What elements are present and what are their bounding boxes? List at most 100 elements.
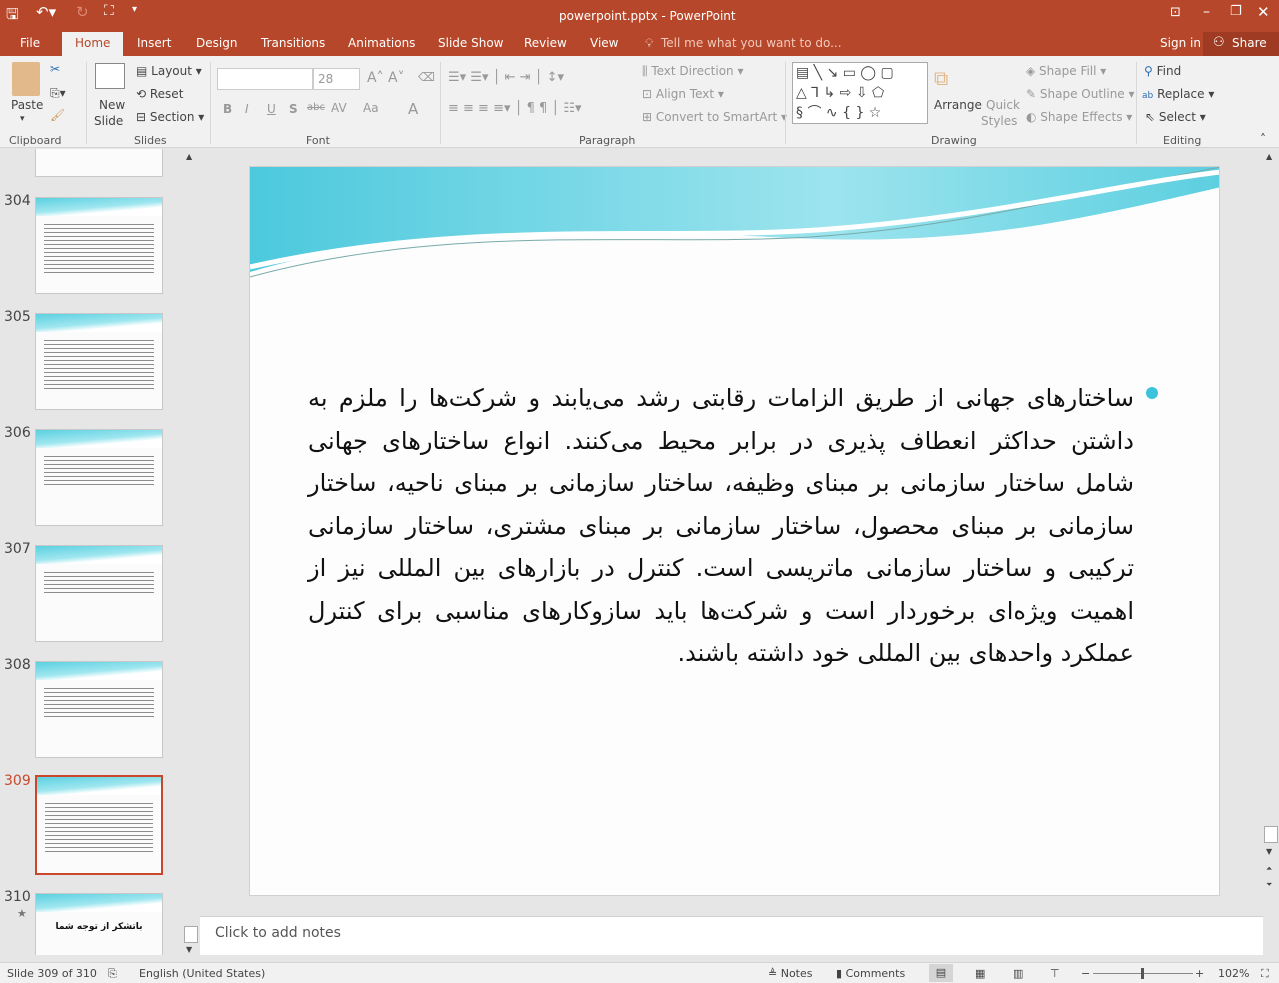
- new-slide-button[interactable]: New: [99, 98, 125, 112]
- minimize-icon[interactable]: –: [1203, 4, 1210, 20]
- slide-thumbnail-selected[interactable]: [35, 775, 163, 875]
- new-slide-icon[interactable]: [95, 63, 125, 89]
- grow-font-icon[interactable]: A˄ A˅: [367, 70, 405, 86]
- bullets-icon[interactable]: ☰▾ ☰▾ │ ⇤ ⇥ │ ↕▾: [448, 70, 564, 85]
- copy-icon[interactable]: ⎘▾: [50, 86, 66, 101]
- new-slide-label[interactable]: Slide: [94, 114, 123, 128]
- scroll-thumb[interactable]: [1264, 826, 1278, 843]
- tab-slide-show[interactable]: Slide Show: [438, 36, 503, 50]
- arrange-button[interactable]: Arrange: [934, 98, 982, 112]
- tab-home[interactable]: Home: [62, 32, 124, 56]
- redo-icon[interactable]: ↻: [76, 3, 89, 21]
- notes-button[interactable]: ≜ Notes: [768, 967, 813, 980]
- paste-button[interactable]: Paste: [11, 98, 43, 112]
- fit-to-window-icon[interactable]: ⛶: [1261, 967, 1269, 981]
- convert-smartart-button[interactable]: ⊞ Convert to SmartArt ▾: [642, 110, 787, 124]
- tab-view[interactable]: View: [590, 36, 618, 50]
- comments-button[interactable]: ▮ Comments: [836, 967, 905, 980]
- find-button[interactable]: ⚲ Find: [1144, 64, 1181, 78]
- sign-in-link[interactable]: Sign in: [1160, 36, 1201, 50]
- scroll-up-icon[interactable]: ▲: [186, 152, 192, 161]
- zoom-level[interactable]: 102%: [1218, 967, 1249, 980]
- scroll-down-icon[interactable]: ▼: [186, 945, 192, 954]
- shadow-button[interactable]: S: [289, 102, 298, 116]
- clear-formatting-icon[interactable]: ⌫: [418, 70, 435, 84]
- close-icon[interactable]: ✕: [1257, 3, 1270, 21]
- slideshow-icon[interactable]: ⊤: [1050, 967, 1060, 980]
- ribbon-display-icon[interactable]: ⊡: [1170, 5, 1181, 20]
- change-case-button[interactable]: Aa: [363, 101, 379, 115]
- slide-number: 310: [4, 889, 31, 905]
- underline-button[interactable]: U: [267, 102, 276, 116]
- tab-animations[interactable]: Animations: [348, 36, 415, 50]
- select-button[interactable]: ⇖ Select ▾: [1145, 110, 1206, 124]
- shape-fill-button[interactable]: ◈ Shape Fill ▾: [1026, 64, 1106, 78]
- tell-me-input[interactable]: Tell me what you want to do...: [661, 36, 842, 50]
- character-spacing-button[interactable]: AV: [331, 101, 347, 115]
- reading-view-icon[interactable]: ▥: [1013, 967, 1023, 980]
- shape-outline-button[interactable]: ✎ Shape Outline ▾: [1026, 87, 1135, 101]
- slide-scrollbar[interactable]: ▲ ▼ ⏶ ⏷: [1263, 149, 1279, 955]
- slide-number: 307: [4, 541, 31, 557]
- slide-number: 304: [4, 193, 31, 209]
- slide-thumbnail[interactable]: [35, 661, 163, 758]
- spell-check-icon[interactable]: ⎘: [108, 967, 117, 981]
- font-size-input[interactable]: 28: [313, 68, 360, 90]
- bold-button[interactable]: B: [223, 102, 232, 116]
- font-color-button[interactable]: A: [408, 100, 418, 118]
- italic-button[interactable]: I: [245, 102, 249, 116]
- text-direction-button[interactable]: ⫼ Text Direction ▾: [642, 64, 743, 79]
- zoom-slider-thumb[interactable]: [1141, 968, 1144, 979]
- save-icon[interactable]: 🖫: [6, 4, 19, 29]
- font-name-input[interactable]: [217, 68, 313, 90]
- slide-body-text[interactable]: ساختارهای جهانی از طریق الزامات رقابتی ر…: [308, 377, 1134, 675]
- layout-button[interactable]: ▤ Layout ▾: [136, 64, 202, 78]
- slide-sorter-icon[interactable]: ▦: [975, 967, 985, 980]
- slide-thumbnail[interactable]: [35, 149, 163, 177]
- tab-transitions[interactable]: Transitions: [261, 36, 325, 50]
- cut-icon[interactable]: ✂: [50, 62, 60, 76]
- slide-thumbnail[interactable]: [35, 545, 163, 642]
- replace-button[interactable]: ab Replace ▾: [1142, 87, 1214, 101]
- zoom-out-icon[interactable]: −: [1081, 967, 1090, 980]
- shape-effects-button[interactable]: ◐ Shape Effects ▾: [1026, 110, 1132, 124]
- notes-pane[interactable]: Click to add notes: [200, 916, 1263, 955]
- start-from-beginning-icon[interactable]: ⛶: [104, 3, 114, 19]
- collapse-ribbon-icon[interactable]: ˄: [1260, 132, 1266, 146]
- language-status[interactable]: English (United States): [139, 967, 265, 980]
- align-text-button[interactable]: ⊡ Align Text ▾: [642, 87, 724, 101]
- arrange-icon[interactable]: ⧉: [934, 66, 948, 90]
- format-painter-icon[interactable]: 🖌︎: [50, 108, 65, 122]
- normal-view-icon[interactable]: ▤: [929, 964, 953, 982]
- share-button[interactable]: ⚇ Share: [1203, 32, 1279, 56]
- paste-icon[interactable]: [12, 62, 40, 96]
- alignment-icons[interactable]: ≡ ≡ ≡ ≡▾ │ ¶ ¶ │ ☷▾: [448, 101, 582, 116]
- quick-styles-label[interactable]: Styles: [981, 114, 1017, 128]
- quick-styles-button[interactable]: Quick: [986, 98, 1020, 112]
- slide-thumbnail[interactable]: باتشکر از توجه شما: [35, 893, 163, 955]
- tab-design[interactable]: Design: [196, 36, 237, 50]
- previous-slide-icon[interactable]: ⏶: [1266, 864, 1272, 874]
- zoom-in-icon[interactable]: +: [1195, 967, 1204, 980]
- star-icon: ★: [17, 907, 27, 920]
- slide-canvas[interactable]: ساختارهای جهانی از طریق الزامات رقابتی ر…: [249, 166, 1220, 896]
- status-bar: Slide 309 of 310 ⎘ English (United State…: [0, 962, 1279, 983]
- scroll-up-icon[interactable]: ▲: [1266, 152, 1272, 161]
- slide-thumbnail[interactable]: [35, 313, 163, 410]
- reset-button[interactable]: ⟲ Reset: [136, 87, 183, 101]
- undo-icon[interactable]: ↶▾: [36, 3, 56, 21]
- tab-review[interactable]: Review: [524, 36, 567, 50]
- customize-icon[interactable]: ▾: [132, 4, 137, 15]
- tab-file[interactable]: File: [20, 36, 40, 50]
- thumbnails-scrollbar[interactable]: ▲ ▼: [183, 149, 200, 955]
- slide-thumbnail[interactable]: [35, 197, 163, 294]
- section-button[interactable]: ⊟ Section ▾: [136, 110, 204, 124]
- strikethrough-button[interactable]: abc: [307, 102, 325, 113]
- scroll-thumb[interactable]: [184, 926, 198, 943]
- next-slide-icon[interactable]: ⏷: [1266, 880, 1272, 890]
- tab-insert[interactable]: Insert: [137, 36, 171, 50]
- slide-thumbnail[interactable]: [35, 429, 163, 526]
- scroll-down-icon[interactable]: ▼: [1266, 847, 1272, 856]
- shapes-gallery[interactable]: ▤ ╲ ↘ ▭ ◯ ▢ △ ⅂ ↳ ⇨ ⇩ ⬠ § ⌒ ∿ { } ☆: [792, 62, 928, 124]
- restore-icon[interactable]: ❐: [1230, 4, 1242, 19]
